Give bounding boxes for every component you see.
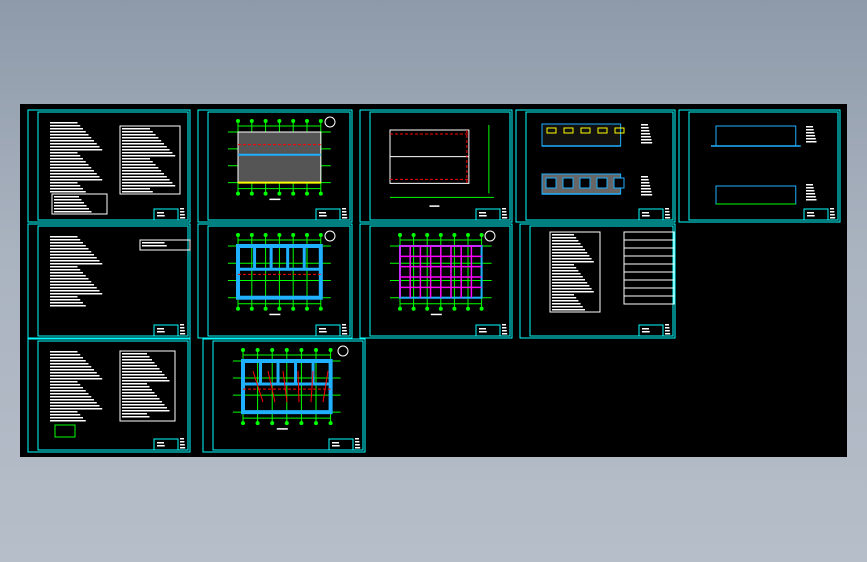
sheet-beam-plan [359, 223, 513, 339]
cad-drawing-canvas[interactable] [20, 104, 847, 457]
sheet-notes [27, 338, 191, 453]
sheet-elevation [515, 109, 676, 223]
drawing-sheets [27, 109, 841, 453]
sheet-schedule [519, 223, 676, 339]
sheet-electrical-plan [202, 338, 366, 453]
sheet-foundation-plan [197, 223, 353, 339]
sheet-notes [27, 109, 191, 223]
sheet-section [678, 109, 841, 223]
sheet-notes [27, 223, 191, 339]
sheet-floor-plan [197, 109, 353, 223]
sheet-roof-plan [359, 109, 513, 223]
